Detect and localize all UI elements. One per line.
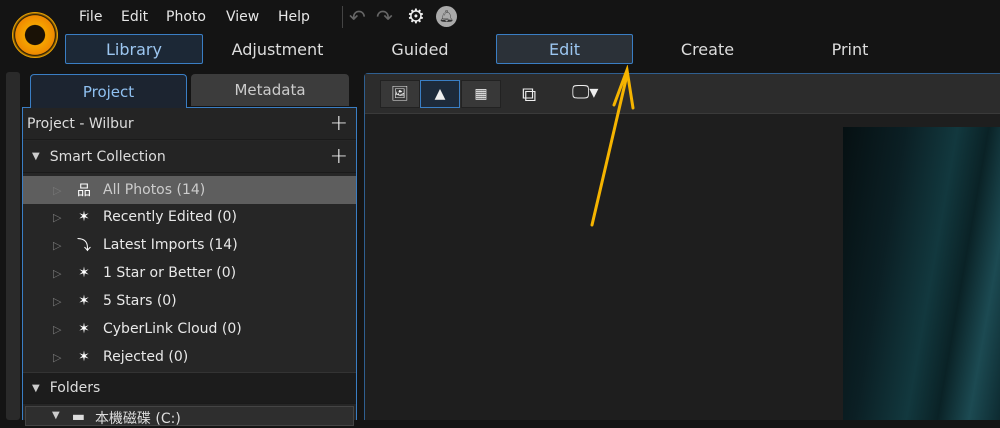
drive-label: 本機磁碟 (C:)	[94, 411, 181, 427]
compare-icon[interactable]: ⧉	[522, 82, 536, 106]
list-item[interactable]: ▷ ✶ CyberLink Cloud (0)	[23, 315, 356, 343]
item-label: Rejected (0)	[103, 349, 189, 365]
magic-wand-icon: ✶	[78, 349, 90, 365]
item-label: 1 Star or Better (0)	[103, 265, 237, 281]
drive-icon: ▬	[71, 409, 85, 425]
expand-chevron-icon[interactable]: ▷	[53, 239, 67, 252]
list-item[interactable]: ▷ ✶ Recently Edited (0)	[23, 203, 356, 231]
item-label: Recently Edited (0)	[103, 209, 237, 225]
filmstrip-view-button[interactable]: 🖼︎	[380, 80, 420, 108]
list-item[interactable]: ▷ 品 All Photos (14)	[23, 176, 356, 204]
expand-chevron-icon[interactable]: ▷	[53, 323, 67, 336]
hierarchy-icon: 品	[77, 183, 91, 199]
item-label: All Photos (14)	[103, 182, 206, 198]
magic-wand-icon: ✶	[78, 265, 90, 281]
collapse-triangle-icon[interactable]: ▼	[32, 383, 40, 394]
collapse-triangle-icon[interactable]: ▼	[32, 151, 40, 162]
list-item[interactable]: ▷ ⤵ Latest Imports (14)	[23, 231, 356, 259]
annotation-arrow	[590, 65, 635, 227]
tab-print[interactable]: Print	[790, 34, 910, 64]
folders-header[interactable]: ▼ Folders	[23, 372, 356, 404]
left-scrollbar[interactable]	[6, 72, 20, 420]
app-logo	[12, 12, 58, 58]
expand-chevron-icon[interactable]: ▷	[53, 184, 67, 197]
undo-icon[interactable]: ↶	[349, 5, 366, 29]
smart-collection-header[interactable]: ▼ Smart Collection +	[23, 141, 356, 173]
menu-divider	[342, 6, 343, 28]
import-icon: ⤵	[77, 238, 91, 254]
single-view-button[interactable]: ▲	[420, 80, 460, 108]
grid-icon: ▦	[474, 86, 488, 102]
item-label: Latest Imports (14)	[103, 237, 238, 253]
tab-library[interactable]: Library	[65, 34, 203, 64]
photo-preview	[843, 127, 1000, 420]
grid-view-button[interactable]: ▦	[461, 80, 501, 108]
notification-bell-icon[interactable]: 🔔︎	[436, 6, 457, 27]
list-item[interactable]: ▷ ✶ 1 Star or Better (0)	[23, 259, 356, 287]
list-item[interactable]: ▷ ✶ Rejected (0)	[23, 343, 356, 371]
redo-icon[interactable]: ↷	[376, 5, 393, 29]
drive-folder-row[interactable]: ▼ ▬ 本機磁碟 (C:)	[25, 406, 354, 427]
folders-label: Folders	[49, 380, 101, 396]
expand-chevron-icon[interactable]: ▷	[53, 211, 67, 224]
tab-edit[interactable]: Edit	[496, 34, 633, 64]
expand-chevron-icon[interactable]: ▷	[53, 295, 67, 308]
menu-edit[interactable]: Edit	[121, 9, 148, 25]
project-title: Project - Wilbur	[27, 115, 134, 132]
tab-create[interactable]: Create	[645, 34, 770, 64]
menu-view[interactable]: View	[226, 9, 259, 25]
item-label: 5 Stars (0)	[103, 293, 177, 309]
menu-photo[interactable]: Photo	[166, 9, 206, 25]
tab-adjustment[interactable]: Adjustment	[210, 34, 345, 64]
item-label: CyberLink Cloud (0)	[103, 321, 242, 337]
list-item[interactable]: ▷ ✶ 5 Stars (0)	[23, 287, 356, 315]
project-header: Project - Wilbur +	[23, 108, 356, 140]
tab-guided[interactable]: Guided	[355, 34, 485, 64]
magic-wand-icon: ✶	[78, 321, 90, 337]
add-project-icon[interactable]: +	[330, 111, 348, 136]
tab-project[interactable]: Project	[30, 74, 187, 108]
magic-wand-icon: ✶	[78, 209, 90, 225]
single-view-icon: ▲	[434, 86, 446, 102]
menu-file[interactable]: File	[79, 9, 102, 25]
add-collection-icon[interactable]: +	[330, 144, 348, 169]
settings-gear-icon[interactable]: ⚙	[407, 4, 425, 28]
tab-metadata[interactable]: Metadata	[191, 74, 349, 106]
filmstrip-view-icon: 🖼︎	[391, 86, 409, 102]
magic-wand-icon: ✶	[78, 293, 90, 309]
smart-collection-label: Smart Collection	[49, 148, 166, 165]
expand-chevron-icon[interactable]: ▷	[53, 267, 67, 280]
menu-help[interactable]: Help	[278, 9, 310, 25]
expand-chevron-icon[interactable]: ▷	[53, 351, 67, 364]
collapse-triangle-icon[interactable]: ▼	[52, 410, 60, 421]
